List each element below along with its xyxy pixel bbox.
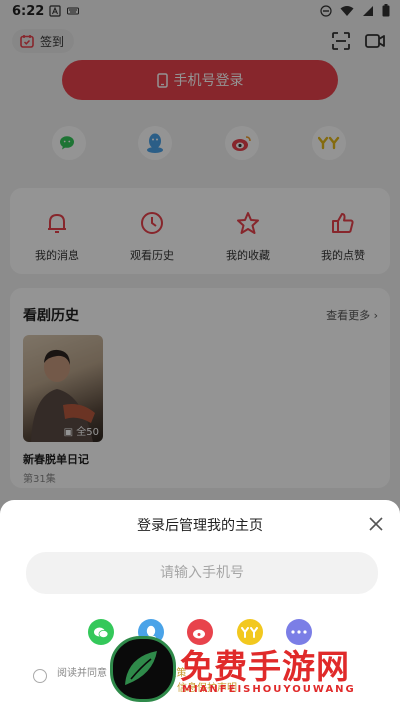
watermark-text: 免费手游网 (180, 647, 350, 686)
more-dots-icon (291, 630, 307, 634)
phone-number-input[interactable] (26, 552, 378, 594)
watermark-subtext: MIANFEISHOUYOUWANG (182, 684, 356, 695)
watermark-logo (110, 636, 176, 702)
sheet-title: 登录后管理我的主页 (137, 518, 263, 534)
agreement-checkbox[interactable] (33, 669, 47, 683)
site-watermark: 免费手游网 MIANFEISHOUYOUWANG (110, 636, 400, 710)
leaf-logo-icon (125, 651, 157, 685)
agreement-prefix: 阅读并同意 (57, 668, 107, 679)
wechat-icon (94, 627, 109, 638)
close-icon[interactable] (368, 516, 384, 532)
